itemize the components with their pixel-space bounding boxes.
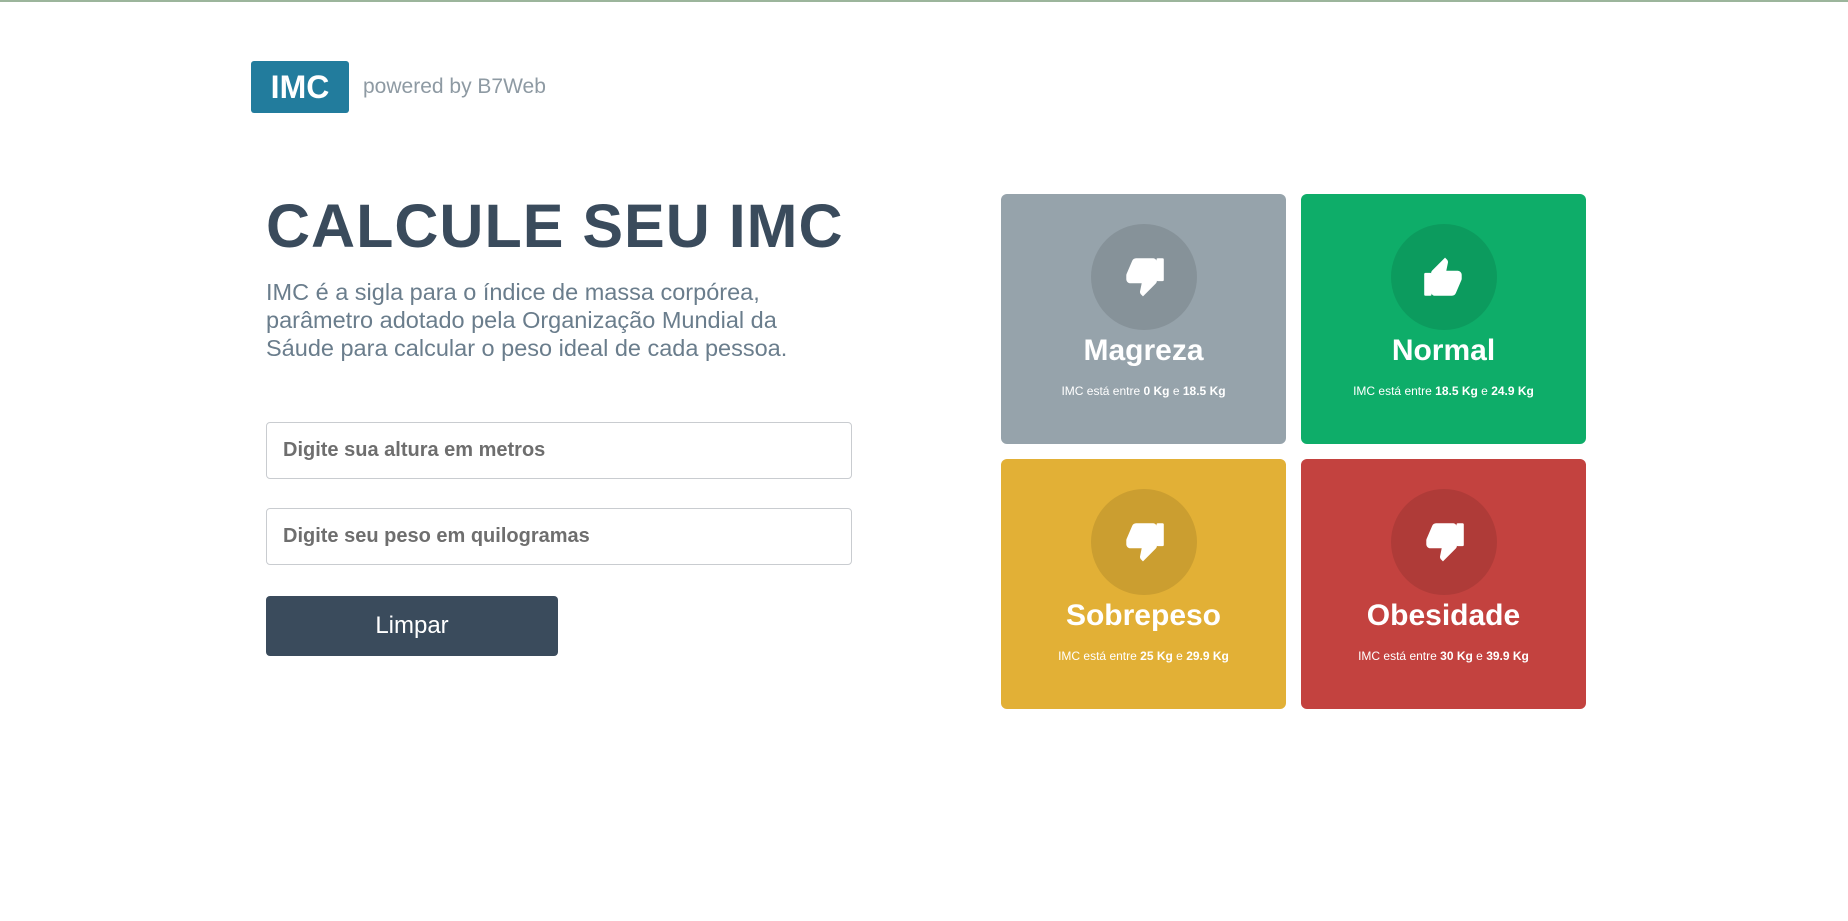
page-description: IMC é a sigla para o índice de massa cor… (266, 279, 788, 361)
level-card-obesidade: Obesidade IMC está entre 30 Kg e 39.9 Kg (1301, 459, 1586, 709)
level-card-normal: Normal IMC está entre 18.5 Kg e 24.9 Kg (1301, 194, 1586, 444)
level-title: Normal (1391, 334, 1496, 367)
level-range: IMC está entre 25 Kg e 29.9 Kg (1058, 649, 1229, 663)
weight-input[interactable] (266, 508, 852, 565)
powered-by-text: powered by B7Web (363, 75, 546, 98)
thumbs-down-icon (1090, 224, 1197, 330)
level-range: IMC está entre 18.5 Kg e 24.9 Kg (1353, 384, 1534, 398)
page-title: CALCULE SEU IMC (266, 192, 844, 260)
top-border (0, 0, 1848, 2)
level-card-magreza: Magreza IMC está entre 0 Kg e 18.5 Kg (1001, 194, 1286, 444)
level-range: IMC está entre 0 Kg e 18.5 Kg (1061, 384, 1226, 398)
imc-levels-grid: Magreza IMC está entre 0 Kg e 18.5 Kg No… (1001, 194, 1586, 709)
thumbs-down-icon (1390, 489, 1497, 595)
logo: IMC (251, 61, 349, 113)
level-title: Magreza (1083, 334, 1204, 367)
level-range: IMC está entre 30 Kg e 39.9 Kg (1358, 649, 1529, 663)
thumbs-up-icon (1390, 224, 1497, 330)
level-card-sobrepeso: Sobrepeso IMC está entre 25 Kg e 29.9 Kg (1001, 459, 1286, 709)
calculator-panel: CALCULE SEU IMC IMC é a sigla para o índ… (266, 190, 852, 656)
level-title: Obesidade (1366, 599, 1521, 632)
thumbs-down-icon (1090, 489, 1197, 595)
header: IMC powered by B7Web (251, 61, 546, 113)
clear-button[interactable]: Limpar (266, 596, 558, 656)
height-input[interactable] (266, 422, 852, 479)
level-title: Sobrepeso (1065, 599, 1222, 632)
